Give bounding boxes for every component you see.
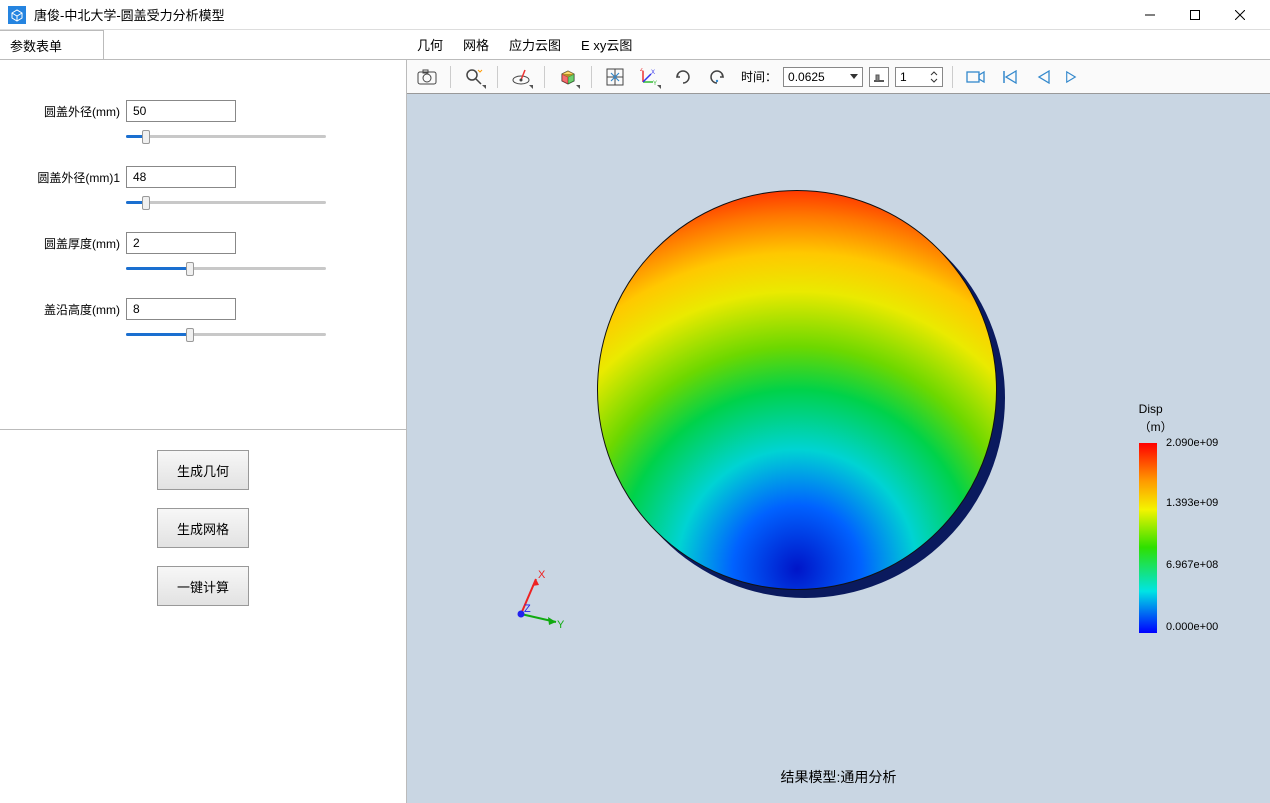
tab-mesh[interactable]: 网格 — [453, 30, 499, 59]
maximize-button[interactable] — [1172, 0, 1217, 30]
compute-button[interactable]: 一键计算 — [157, 566, 249, 606]
legend-bar — [1139, 443, 1157, 633]
step-value: 1 — [900, 70, 907, 84]
axes-triad-icon: X Y Z — [501, 564, 571, 634]
rotate-ccw-icon[interactable] — [703, 63, 731, 91]
titlebar: 唐俊-中北大学-圆盖受力分析模型 — [0, 0, 1270, 30]
param-form: 圆盖外径(mm) 圆盖外径(mm)1 圆盖厚度(mm) — [0, 60, 406, 430]
viewport[interactable]: X Y Z Disp （m） 2.090e+09 1.393e+09 — [407, 94, 1270, 803]
left-panel: 圆盖外径(mm) 圆盖外径(mm)1 圆盖厚度(mm) — [0, 60, 407, 803]
svg-text:X: X — [651, 70, 655, 76]
time-value: 0.0625 — [788, 70, 825, 84]
param-label-outer-radius1: 圆盖外径(mm)1 — [30, 169, 120, 186]
legend-unit: （m） — [1139, 418, 1236, 435]
minimize-button[interactable] — [1127, 0, 1172, 30]
app-icon — [8, 6, 26, 24]
probe-icon[interactable] — [507, 63, 535, 91]
color-legend: Disp （m） 2.090e+09 1.393e+09 6.967e+08 0… — [1139, 402, 1236, 633]
right-panel: ZYX 时间： 0.0625 1 — [407, 60, 1270, 803]
svg-text:Z: Z — [524, 603, 531, 615]
time-select[interactable]: 0.0625 — [783, 67, 863, 87]
param-label-outer-radius: 圆盖外径(mm) — [30, 103, 120, 120]
close-button[interactable] — [1217, 0, 1262, 30]
param-slider-rim-height[interactable] — [126, 326, 326, 342]
svg-text:Y: Y — [557, 619, 565, 631]
axis-view-icon[interactable]: ZYX — [635, 63, 663, 91]
skip-start-icon[interactable] — [996, 63, 1024, 91]
time-label: 时间： — [741, 68, 777, 85]
fit-view-icon[interactable] — [601, 63, 629, 91]
result-caption: 结果模型:通用分析 — [411, 767, 1266, 787]
param-slider-outer-radius1[interactable] — [126, 194, 326, 210]
tab-stress-cloud[interactable]: 应力云图 — [499, 30, 571, 59]
zoom-icon[interactable] — [460, 63, 488, 91]
tab-params[interactable]: 参数表单 — [0, 30, 104, 59]
param-slider-thickness[interactable] — [126, 260, 326, 276]
play-next-icon[interactable] — [1064, 63, 1078, 91]
param-input-outer-radius1[interactable] — [126, 166, 236, 188]
param-input-thickness[interactable] — [126, 232, 236, 254]
rotate-cw-icon[interactable] — [669, 63, 697, 91]
tab-row: 参数表单 几何 网格 应力云图 E xy云图 — [0, 30, 1270, 60]
window-title: 唐俊-中北大学-圆盖受力分析模型 — [34, 5, 1127, 24]
camera-icon[interactable] — [962, 63, 990, 91]
step-select[interactable]: 1 — [895, 67, 943, 87]
color-cube-icon[interactable] — [554, 63, 582, 91]
generate-geometry-button[interactable]: 生成几何 — [157, 450, 249, 490]
legend-ticks: 2.090e+09 1.393e+09 6.967e+08 0.000e+00 — [1166, 437, 1236, 633]
generate-mesh-button[interactable]: 生成网格 — [157, 508, 249, 548]
param-label-thickness: 圆盖厚度(mm) — [30, 235, 120, 252]
param-input-outer-radius[interactable] — [126, 100, 236, 122]
param-slider-outer-radius[interactable] — [126, 128, 326, 144]
time-slider-button[interactable] — [869, 67, 889, 87]
tab-exy-cloud[interactable]: E xy云图 — [571, 30, 642, 59]
play-prev-icon[interactable] — [1030, 63, 1058, 91]
svg-text:Z: Z — [640, 68, 644, 73]
legend-title: Disp — [1139, 402, 1236, 416]
param-label-rim-height: 盖沿高度(mm) — [30, 301, 120, 318]
snapshot-icon[interactable] — [413, 63, 441, 91]
tab-geometry[interactable]: 几何 — [407, 30, 453, 59]
param-input-rim-height[interactable] — [126, 298, 236, 320]
result-disc — [597, 190, 997, 590]
viewer-toolbar: ZYX 时间： 0.0625 1 — [407, 60, 1270, 94]
svg-text:X: X — [538, 569, 546, 581]
